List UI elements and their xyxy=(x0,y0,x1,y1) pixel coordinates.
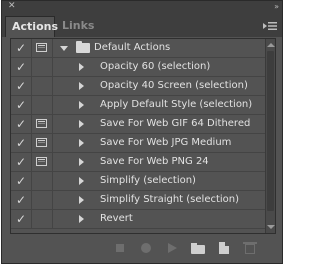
toggle-item-cell[interactable]: ✓ xyxy=(11,115,32,133)
expand-down-icon[interactable] xyxy=(60,46,68,51)
expand-right-icon[interactable] xyxy=(79,158,84,166)
toggle-dialog-cell[interactable] xyxy=(32,39,53,57)
check-icon[interactable]: ✓ xyxy=(16,117,26,131)
check-icon[interactable]: ✓ xyxy=(16,98,26,112)
action-row[interactable]: ✓ Opacity 40 Screen (selection) xyxy=(11,77,266,96)
tab-actions[interactable]: Actions xyxy=(5,16,58,37)
action-row[interactable]: ✓ Apply Default Style (selection) xyxy=(11,96,266,115)
dialog-toggle-icon[interactable] xyxy=(36,157,47,166)
action-row[interactable]: ✓ Save For Web PNG 24 xyxy=(11,153,266,172)
toggle-item-cell[interactable]: ✓ xyxy=(11,191,32,209)
action-row[interactable]: ✓ Save For Web JPG Medium xyxy=(11,134,266,153)
new-action-icon[interactable] xyxy=(216,241,232,255)
scroll-down-icon[interactable] xyxy=(267,225,275,229)
panel-tabbar: Actions Links xyxy=(2,13,282,37)
toggle-dialog-cell[interactable] xyxy=(32,96,53,114)
expand-right-icon[interactable] xyxy=(79,139,84,147)
actions-toolbar xyxy=(2,235,282,263)
expand-right-icon[interactable] xyxy=(79,63,84,71)
action-label: Save For Web JPG Medium xyxy=(100,137,232,148)
collapse-icon[interactable]: » xyxy=(274,2,279,12)
check-icon[interactable]: ✓ xyxy=(16,60,26,74)
record-icon[interactable] xyxy=(138,241,154,255)
actions-panel: ✕ » Actions Links ✓ Default Actions ✓ Op… xyxy=(1,0,283,264)
toggle-item-cell[interactable]: ✓ xyxy=(11,96,32,114)
stop-icon[interactable] xyxy=(112,241,128,255)
toggle-item-cell[interactable]: ✓ xyxy=(11,153,32,171)
toggle-dialog-cell[interactable] xyxy=(32,153,53,171)
delete-icon[interactable] xyxy=(242,241,258,255)
action-row[interactable]: ✓ Simplify Straight (selection) xyxy=(11,191,266,210)
action-row[interactable]: ✓ Save For Web GIF 64 Dithered xyxy=(11,115,266,134)
toggle-item-cell[interactable]: ✓ xyxy=(11,210,32,228)
action-label: Apply Default Style (selection) xyxy=(100,99,253,110)
action-row[interactable]: ✓ Opacity 60 (selection) xyxy=(11,58,266,77)
play-icon[interactable] xyxy=(164,241,180,255)
expand-right-icon[interactable] xyxy=(79,82,84,90)
check-icon[interactable]: ✓ xyxy=(16,212,26,226)
toggle-dialog-cell[interactable] xyxy=(32,172,53,190)
panel-menu-button[interactable] xyxy=(263,17,277,30)
tab-links[interactable]: Links xyxy=(56,16,102,37)
close-icon[interactable]: ✕ xyxy=(8,1,16,11)
action-label: Save For Web PNG 24 xyxy=(100,156,209,167)
expand-right-icon[interactable] xyxy=(79,101,84,109)
expand-right-icon[interactable] xyxy=(79,215,84,223)
action-row[interactable]: ✓ Revert xyxy=(11,210,266,229)
action-label: Save For Web GIF 64 Dithered xyxy=(100,118,251,129)
expand-right-icon[interactable] xyxy=(79,120,84,128)
toggle-item-cell[interactable]: ✓ xyxy=(11,134,32,152)
action-label: Simplify Straight (selection) xyxy=(100,194,240,205)
toggle-dialog-cell[interactable] xyxy=(32,77,53,95)
toggle-dialog-cell[interactable] xyxy=(32,115,53,133)
toggle-dialog-cell[interactable] xyxy=(32,58,53,76)
check-icon[interactable]: ✓ xyxy=(16,41,26,55)
check-icon[interactable]: ✓ xyxy=(16,136,26,150)
dialog-toggle-icon[interactable] xyxy=(36,43,47,52)
toggle-dialog-cell[interactable] xyxy=(32,134,53,152)
expand-right-icon[interactable] xyxy=(79,196,84,204)
dialog-toggle-icon[interactable] xyxy=(36,119,47,128)
toggle-item-cell[interactable]: ✓ xyxy=(11,172,32,190)
vertical-scrollbar[interactable] xyxy=(265,39,275,233)
action-set-label: Default Actions xyxy=(94,42,171,53)
check-icon[interactable]: ✓ xyxy=(16,79,26,93)
panel-titlebar[interactable]: ✕ » xyxy=(2,1,282,13)
check-icon[interactable]: ✓ xyxy=(16,174,26,188)
action-label: Opacity 60 (selection) xyxy=(100,61,211,72)
action-set-row[interactable]: ✓ Default Actions xyxy=(11,39,266,58)
actions-list[interactable]: ✓ Default Actions ✓ Opacity 60 (selectio… xyxy=(10,38,276,234)
new-set-icon[interactable] xyxy=(190,241,206,255)
check-icon[interactable]: ✓ xyxy=(16,155,26,169)
expand-right-icon[interactable] xyxy=(79,177,84,185)
action-label: Revert xyxy=(100,213,133,224)
action-row[interactable]: ✓ Simplify (selection) xyxy=(11,172,266,191)
toggle-item-cell[interactable]: ✓ xyxy=(11,77,32,95)
toggle-item-cell[interactable]: ✓ xyxy=(11,58,32,76)
toggle-item-cell[interactable]: ✓ xyxy=(11,39,32,57)
folder-icon xyxy=(76,41,90,53)
check-icon[interactable]: ✓ xyxy=(16,193,26,207)
scroll-up-icon[interactable] xyxy=(267,43,275,47)
action-label: Simplify (selection) xyxy=(100,175,196,186)
dialog-toggle-icon[interactable] xyxy=(36,138,47,147)
toggle-dialog-cell[interactable] xyxy=(32,210,53,228)
action-label: Opacity 40 Screen (selection) xyxy=(100,80,248,91)
panel-menu-icon xyxy=(263,22,277,30)
scroll-thumb[interactable] xyxy=(267,51,274,211)
toggle-dialog-cell[interactable] xyxy=(32,191,53,209)
